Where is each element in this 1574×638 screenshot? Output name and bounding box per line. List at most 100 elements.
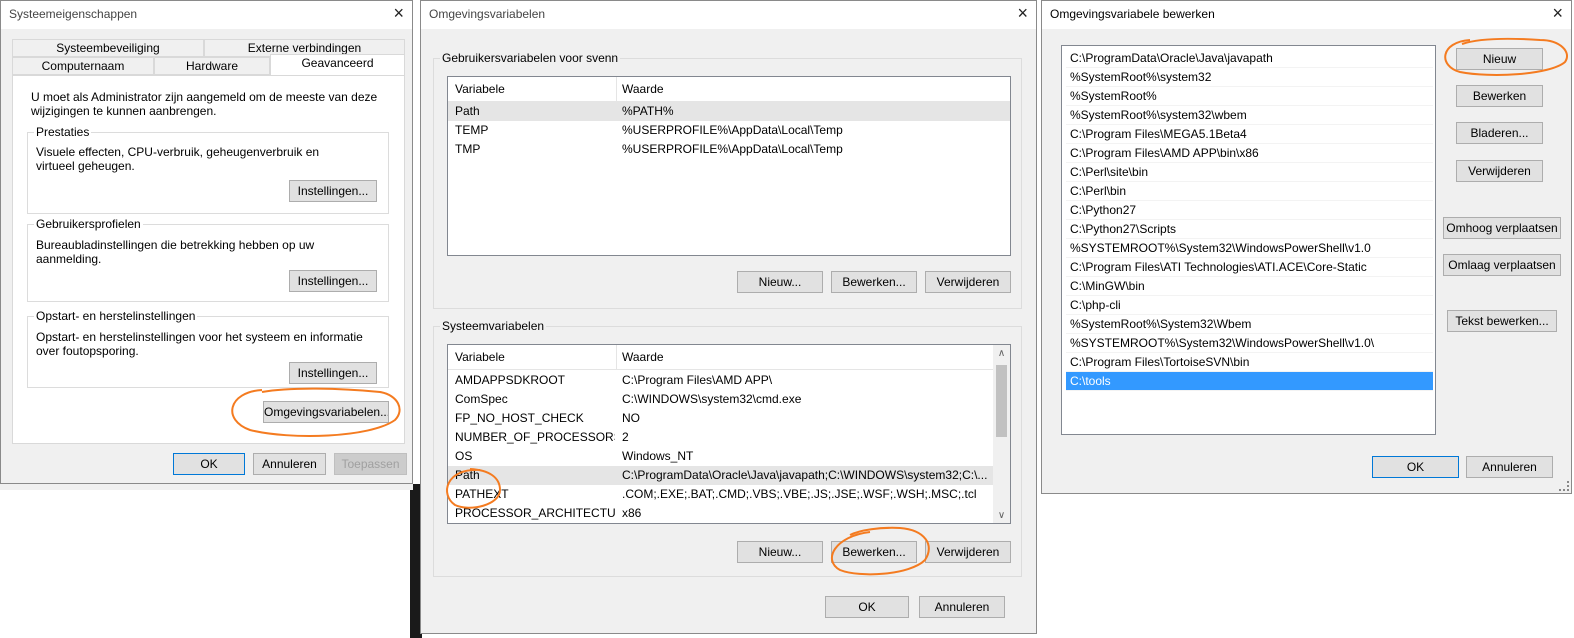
user-variables-group: Gebruikersvariabelen voor svenn Variabel… <box>433 51 1022 309</box>
system-variables-table[interactable]: Variabele Waarde AMDAPPSDKROOT C:\Progra… <box>447 344 1011 524</box>
scroll-up-icon[interactable]: ∧ <box>993 348 1010 359</box>
variable-name: TEMP <box>455 123 489 137</box>
variable-value: C:\WINDOWS\system32\cmd.exe <box>622 392 802 406</box>
resize-grip-icon[interactable] <box>1559 481 1569 491</box>
table-row[interactable]: AMDAPPSDKROOT C:\Program Files\AMD APP\ <box>448 371 993 390</box>
performance-settings-button[interactable]: Instellingen... <box>289 180 377 202</box>
desktop-strip <box>0 484 413 490</box>
system-new-button[interactable]: Nieuw... <box>737 541 823 563</box>
profile-settings-button[interactable]: Instellingen... <box>289 270 377 292</box>
path-entry[interactable]: C:\MinGW\bin <box>1066 277 1433 296</box>
path-entry[interactable]: %SYSTEMROOT%\System32\WindowsPowerShell\… <box>1066 239 1433 258</box>
apply-button[interactable]: Toepassen <box>334 453 407 475</box>
variable-name: PATHEXT <box>455 487 509 501</box>
path-entry[interactable]: C:\Program Files\ATI Technologies\ATI.AC… <box>1066 258 1433 277</box>
group-legend: Gebruikersvariabelen voor svenn <box>440 51 621 65</box>
table-row[interactable]: PATHEXT .COM;.EXE;.BAT;.CMD;.VBS;.VBE;.J… <box>448 485 993 504</box>
table-row[interactable]: ComSpec C:\WINDOWS\system32\cmd.exe <box>448 390 993 409</box>
column-header-value[interactable]: Waarde <box>622 350 664 364</box>
path-entry[interactable]: %SystemRoot%\system32\wbem <box>1066 106 1433 125</box>
new-entry-button[interactable]: Nieuw <box>1456 48 1543 70</box>
group-legend: Opstart- en herstelinstellingen <box>34 309 198 323</box>
vertical-scrollbar[interactable]: ∧ ∨ <box>993 345 1010 523</box>
scroll-down-icon[interactable]: ∨ <box>993 510 1010 521</box>
table-row[interactable]: PROCESSOR_ARCHITECTURE x86 <box>448 504 993 523</box>
ok-button[interactable]: OK <box>825 596 909 618</box>
path-entries-list[interactable]: C:\ProgramData\Oracle\Java\javapath %Syst… <box>1061 45 1436 435</box>
user-delete-button[interactable]: Verwijderen <box>925 271 1011 293</box>
path-entry[interactable]: C:\Program Files\AMD APP\bin\x86 <box>1066 144 1433 163</box>
path-entry[interactable]: C:\ProgramData\Oracle\Java\javapath <box>1066 49 1433 68</box>
table-row[interactable]: FP_NO_HOST_CHECK NO <box>448 409 993 428</box>
table-row[interactable]: TEMP %USERPROFILE%\AppData\Local\Temp <box>448 121 1010 140</box>
tab-hardware[interactable]: Hardware <box>154 57 270 75</box>
variable-name: OS <box>455 449 473 463</box>
scrollbar-thumb[interactable] <box>996 365 1007 437</box>
variable-name: NUMBER_OF_PROCESSORS <box>455 430 615 444</box>
path-entry[interactable]: C:\Python27 <box>1066 201 1433 220</box>
move-down-button[interactable]: Omlaag verplaatsen <box>1443 254 1561 276</box>
tab-panel: U moet als Administrator zijn aangemeld … <box>12 75 405 444</box>
path-entry[interactable]: C:\php-cli <box>1066 296 1433 315</box>
ok-button[interactable]: OK <box>173 453 245 475</box>
path-entry[interactable]: C:\tools <box>1066 372 1433 391</box>
edit-entry-button[interactable]: Bewerken <box>1456 85 1543 107</box>
titlebar: Systeemeigenschappen × <box>1 1 412 29</box>
tab-geavanceerd[interactable]: Geavanceerd <box>270 54 405 75</box>
group-text: Bureaubladinstellingen die betrekking he… <box>36 238 315 266</box>
move-up-button[interactable]: Omhoog verplaatsen <box>1443 217 1561 239</box>
path-entry[interactable]: %SystemRoot%\System32\Wbem <box>1066 315 1433 334</box>
close-icon[interactable]: × <box>393 3 404 23</box>
user-edit-button[interactable]: Bewerken... <box>831 271 917 293</box>
variable-value: x86 <box>622 506 642 520</box>
user-variables-table[interactable]: Variabele Waarde Path %PATH% TEMP %USERP… <box>447 76 1011 256</box>
cancel-button[interactable]: Annuleren <box>1466 456 1553 478</box>
browse-button[interactable]: Bladeren... <box>1456 122 1543 144</box>
path-entry[interactable]: C:\Program Files\TortoiseSVN\bin <box>1066 353 1433 372</box>
ok-button[interactable]: OK <box>1372 456 1459 478</box>
path-entry[interactable]: %SystemRoot%\system32 <box>1066 68 1433 87</box>
edit-text-button[interactable]: Tekst bewerken... <box>1447 310 1557 332</box>
variable-value: NO <box>622 411 640 425</box>
path-entry[interactable]: %SystemRoot% <box>1066 87 1433 106</box>
variable-name: ComSpec <box>455 392 508 406</box>
path-entry[interactable]: C:\Program Files\MEGA5.1Beta4 <box>1066 125 1433 144</box>
delete-entry-button[interactable]: Verwijderen <box>1456 160 1543 182</box>
window-title: Omgevingsvariabelen <box>429 7 546 21</box>
titlebar: Omgevingsvariabelen × <box>421 1 1036 29</box>
table-row[interactable]: NUMBER_OF_PROCESSORS 2 <box>448 428 993 447</box>
user-new-button[interactable]: Nieuw... <box>737 271 823 293</box>
system-variables-group: Systeemvariabelen Variabele Waarde AMDAP… <box>433 319 1022 577</box>
cancel-button[interactable]: Annuleren <box>919 596 1005 618</box>
startup-settings-button[interactable]: Instellingen... <box>289 362 377 384</box>
system-edit-button[interactable]: Bewerken... <box>831 541 917 563</box>
close-icon[interactable]: × <box>1552 3 1563 23</box>
table-header: Variabele Waarde <box>448 77 1010 102</box>
table-row[interactable]: Path C:\ProgramData\Oracle\Java\javapath… <box>448 466 993 485</box>
tab-systeembeveiliging[interactable]: Systeembeveiliging <box>12 39 204 57</box>
table-row[interactable]: OS Windows_NT <box>448 447 993 466</box>
group-text: Opstart- en herstelinstellingen voor het… <box>36 330 363 358</box>
table-row[interactable]: Path %PATH% <box>448 102 1010 121</box>
system-delete-button[interactable]: Verwijderen <box>925 541 1011 563</box>
column-header-variable[interactable]: Variabele <box>455 350 505 364</box>
variable-value: .COM;.EXE;.BAT;.CMD;.VBS;.VBE;.JS;.JSE;.… <box>622 487 977 501</box>
environment-variables-button[interactable]: Omgevingsvariabelen... <box>263 401 389 423</box>
path-entry[interactable]: %SYSTEMROOT%\System32\WindowsPowerShell\… <box>1066 334 1433 353</box>
variable-name: TMP <box>455 142 481 156</box>
group-legend: Prestaties <box>34 125 92 139</box>
group-legend: Systeemvariabelen <box>440 319 547 333</box>
column-header-variable[interactable]: Variabele <box>455 82 505 96</box>
close-icon[interactable]: × <box>1017 3 1028 23</box>
tab-computernaam[interactable]: Computernaam <box>12 57 154 75</box>
variable-name: PROCESSOR_ARCHITECTURE <box>455 506 615 520</box>
table-row[interactable]: TMP %USERPROFILE%\AppData\Local\Temp <box>448 140 1010 159</box>
path-entry[interactable]: C:\Perl\site\bin <box>1066 163 1433 182</box>
column-header-value[interactable]: Waarde <box>622 82 664 96</box>
path-entry[interactable]: C:\Python27\Scripts <box>1066 220 1433 239</box>
variable-value: %USERPROFILE%\AppData\Local\Temp <box>622 123 843 137</box>
path-entry[interactable]: C:\Perl\bin <box>1066 182 1433 201</box>
cancel-button[interactable]: Annuleren <box>253 453 326 475</box>
group-prestaties: Prestaties Visuele effecten, CPU-verbrui… <box>27 125 389 214</box>
variable-value: %PATH% <box>622 104 674 118</box>
